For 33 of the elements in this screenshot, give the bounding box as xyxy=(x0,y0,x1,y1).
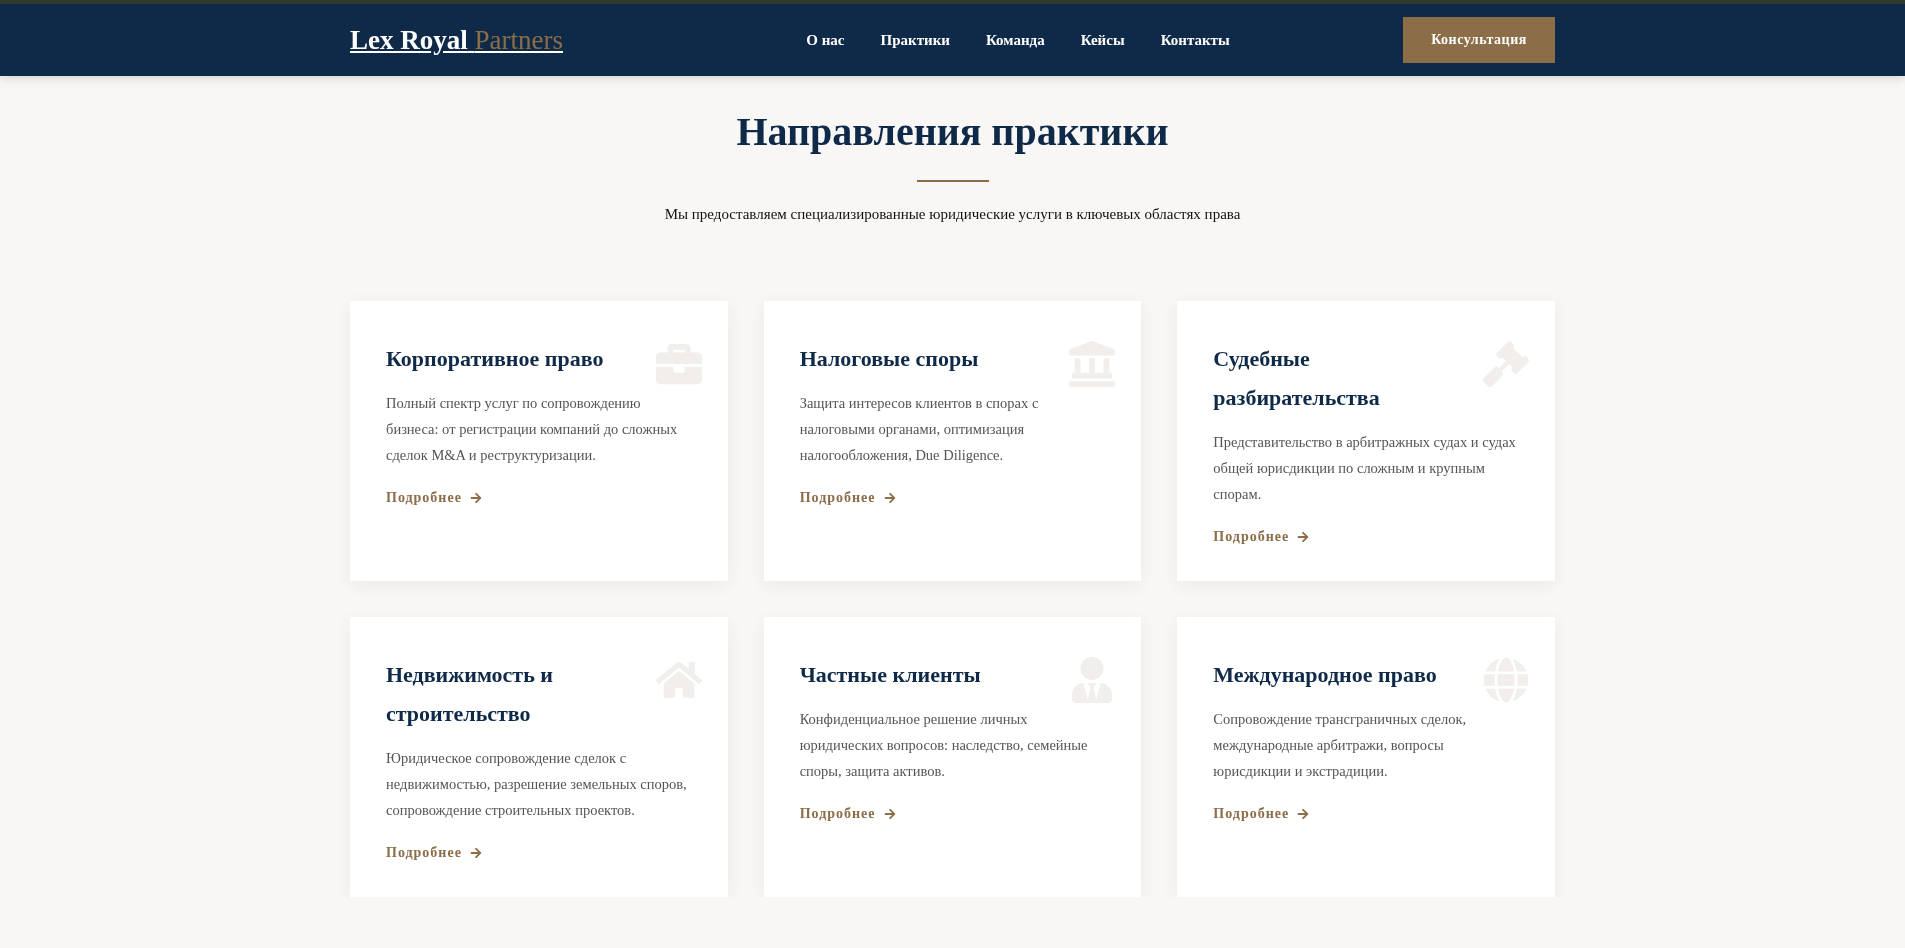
card-title: Судебные разбирательства xyxy=(1213,345,1381,412)
nav-link[interactable]: Контакты xyxy=(1160,31,1230,49)
nav-link[interactable]: Кейсы xyxy=(1080,31,1125,49)
card-title: Частные клиенты xyxy=(799,661,982,689)
section-subtitle: Мы предоставляем специализированные юридические услуги в ключевых областях права xyxy=(663,206,1242,223)
card-title: Корпоративное право xyxy=(386,345,605,373)
arrow-right-icon xyxy=(1297,531,1310,543)
consultation-button[interactable]: Консультация xyxy=(1403,17,1555,63)
nav-link[interactable]: Команда xyxy=(985,31,1045,49)
card-title: Международное право xyxy=(1213,661,1438,689)
logo-link[interactable]: Lex Royal Partners xyxy=(350,24,563,56)
more-link[interactable]: Подробнее xyxy=(386,845,482,861)
arrow-right-icon xyxy=(1297,808,1310,820)
arrow-right-icon xyxy=(883,492,896,504)
card-description: Защита интересов клиентов в спорах с налоговыми органами, оптимизация налогообложения, Due Diligence. xyxy=(799,394,1040,465)
arrow-right-icon xyxy=(469,847,482,859)
more-link[interactable]: Подробнее xyxy=(1213,806,1310,822)
arrow-right-icon xyxy=(883,808,896,820)
nav-link[interactable]: О нас xyxy=(806,31,845,49)
nav-link[interactable]: Практики xyxy=(880,31,950,49)
card-title: Налоговые споры xyxy=(799,345,980,373)
card-description: Конфиденциальное решение личных юридических вопросов: наследство, семейные споры, защита активов. xyxy=(799,710,1089,781)
more-link[interactable]: Подробнее xyxy=(1213,529,1310,545)
card-description: Юридическое сопровождение сделок с недвижимостью, разрешение земельных споров, сопровождение строительных проектов. xyxy=(386,749,688,820)
more-link[interactable]: Подробнее xyxy=(799,806,896,822)
card-description: Полный спектр услуг по сопровождению бизнеса: от регистрации компаний до сложных сделок M&A и реструктуризации. xyxy=(386,394,679,465)
arrow-right-icon xyxy=(469,492,482,504)
card-description: Представительство в арбитражных судах и судах общей юрисдикции по сложным и крупным спорам. xyxy=(1213,433,1517,504)
section-title: Направления практики xyxy=(735,108,1170,156)
more-link[interactable]: Подробнее xyxy=(799,490,896,506)
more-link[interactable]: Подробнее xyxy=(386,490,482,506)
card-title: Недвижимость и строительство xyxy=(386,661,554,728)
card-description: Сопровождение трансграничных сделок, международные арбитражи, вопросы юрисдикции и экстрадиции. xyxy=(1213,710,1468,781)
